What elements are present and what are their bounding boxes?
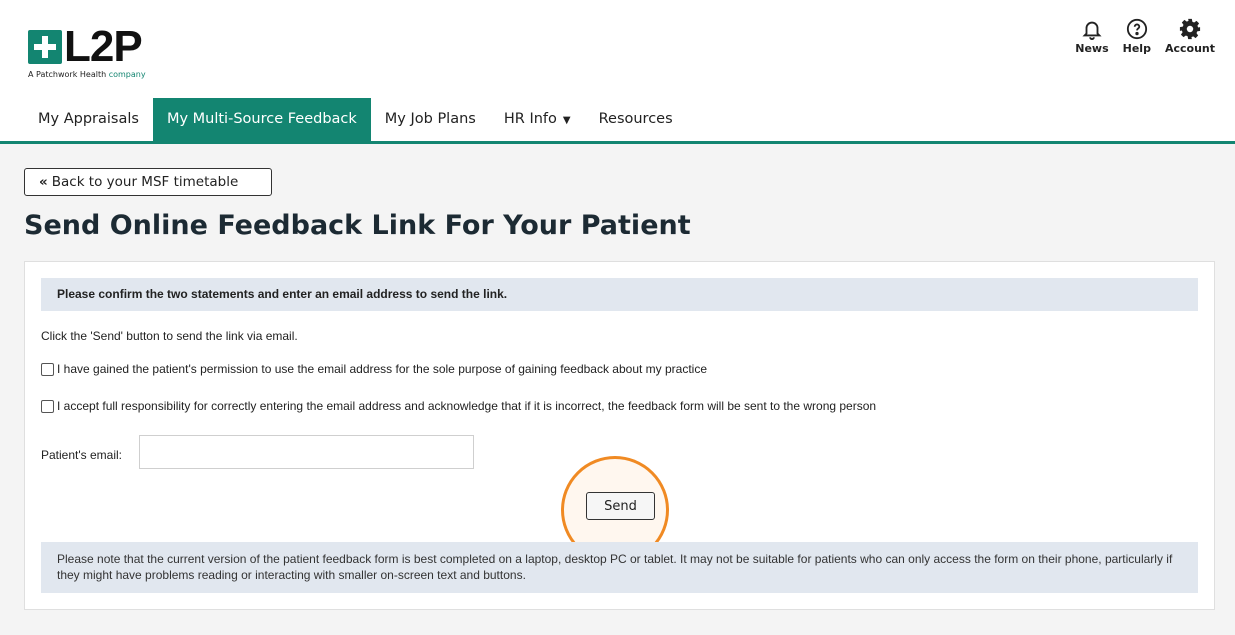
back-to-msf-timetable-button[interactable]: « Back to your MSF timetable <box>24 168 272 196</box>
confirm-notice: Please confirm the two statements and en… <box>41 278 1198 311</box>
site-header: L2P A Patchwork Health company News Help… <box>0 0 1235 144</box>
double-chevron-left-icon: « <box>39 174 48 190</box>
page-title: Send Online Feedback Link For Your Patie… <box>24 210 691 241</box>
help-label: Help <box>1122 42 1151 55</box>
news-label: News <box>1075 42 1109 55</box>
responsibility-statement-row: I accept full responsibility for correct… <box>41 399 876 413</box>
permission-statement-row: I have gained the patient's permission t… <box>41 362 707 376</box>
nav-my-appraisals[interactable]: My Appraisals <box>24 98 153 141</box>
cross-icon <box>28 30 62 64</box>
nav-hr-info[interactable]: HR Info ▼ <box>490 98 585 141</box>
account-button[interactable]: Account <box>1165 18 1215 55</box>
responsibility-statement-label: I accept full responsibility for correct… <box>57 399 877 413</box>
app-window: L2P A Patchwork Health company News Help… <box>0 0 1235 635</box>
send-button[interactable]: Send <box>586 492 655 520</box>
main-nav: My Appraisals My Multi-Source Feedback M… <box>24 98 687 141</box>
logo-tagline: A Patchwork Health company <box>28 70 146 79</box>
permission-statement-label: I have gained the patient's permission t… <box>57 362 708 376</box>
bell-icon <box>1082 21 1102 40</box>
news-button[interactable]: News <box>1075 18 1109 55</box>
nav-my-job-plans[interactable]: My Job Plans <box>371 98 490 141</box>
nav-my-multi-source-feedback[interactable]: My Multi-Source Feedback <box>152 98 371 141</box>
back-button-label: Back to your MSF timetable <box>51 174 239 190</box>
feedback-link-form: Please confirm the two statements and en… <box>24 261 1215 610</box>
logo-tagline-prefix: A Patchwork Health <box>28 70 107 79</box>
top-utility-bar: News Help Account <box>1075 18 1215 55</box>
l2p-logo[interactable]: L2P A Patchwork Health company <box>28 22 188 83</box>
patient-email-input[interactable] <box>139 435 474 469</box>
responsibility-checkbox[interactable] <box>41 399 54 413</box>
help-circle-icon <box>1126 18 1147 40</box>
logo-tagline-suffix: company <box>108 70 146 79</box>
device-footnote: Please note that the current version of … <box>41 542 1198 593</box>
nav-hr-info-label: HR Info <box>503 111 557 127</box>
patient-email-label: Patient's email: <box>41 448 122 462</box>
nav-resources[interactable]: Resources <box>585 98 687 141</box>
account-label: Account <box>1164 42 1215 55</box>
help-button[interactable]: Help <box>1123 18 1151 55</box>
logo-text: L2P <box>64 22 143 71</box>
permission-checkbox[interactable] <box>41 362 54 376</box>
chevron-down-icon: ▼ <box>562 115 571 126</box>
main-content: « Back to your MSF timetable Send Online… <box>0 144 1235 635</box>
send-instruction: Click the 'Send' button to send the link… <box>41 329 298 343</box>
gear-icon <box>1179 18 1201 40</box>
